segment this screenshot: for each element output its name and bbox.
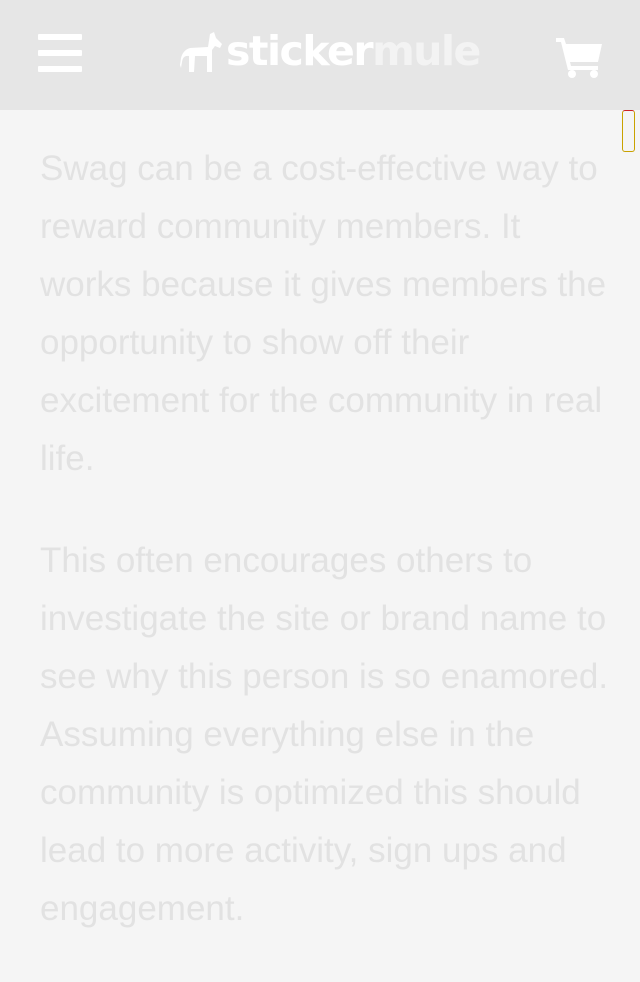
shopping-cart-icon[interactable] bbox=[556, 36, 604, 78]
scrollbar-thumb[interactable] bbox=[622, 110, 635, 152]
stickermule-logo[interactable]: stickermule bbox=[180, 27, 481, 76]
logo-wordmark: stickermule bbox=[226, 27, 481, 75]
hamburger-menu-icon[interactable] bbox=[38, 34, 82, 72]
mule-logo-icon bbox=[180, 32, 222, 72]
logo-text-secondary: mule bbox=[372, 27, 481, 75]
article-paragraph-1: Swag can be a cost-effective way to rewa… bbox=[40, 149, 607, 478]
top-header: stickermule bbox=[0, 0, 640, 110]
article-paragraph-2: This often encourages others to investig… bbox=[40, 541, 609, 928]
logo-text-primary: sticker bbox=[226, 27, 374, 75]
article-body: Swag can be a cost-effective way to rewa… bbox=[40, 140, 610, 982]
